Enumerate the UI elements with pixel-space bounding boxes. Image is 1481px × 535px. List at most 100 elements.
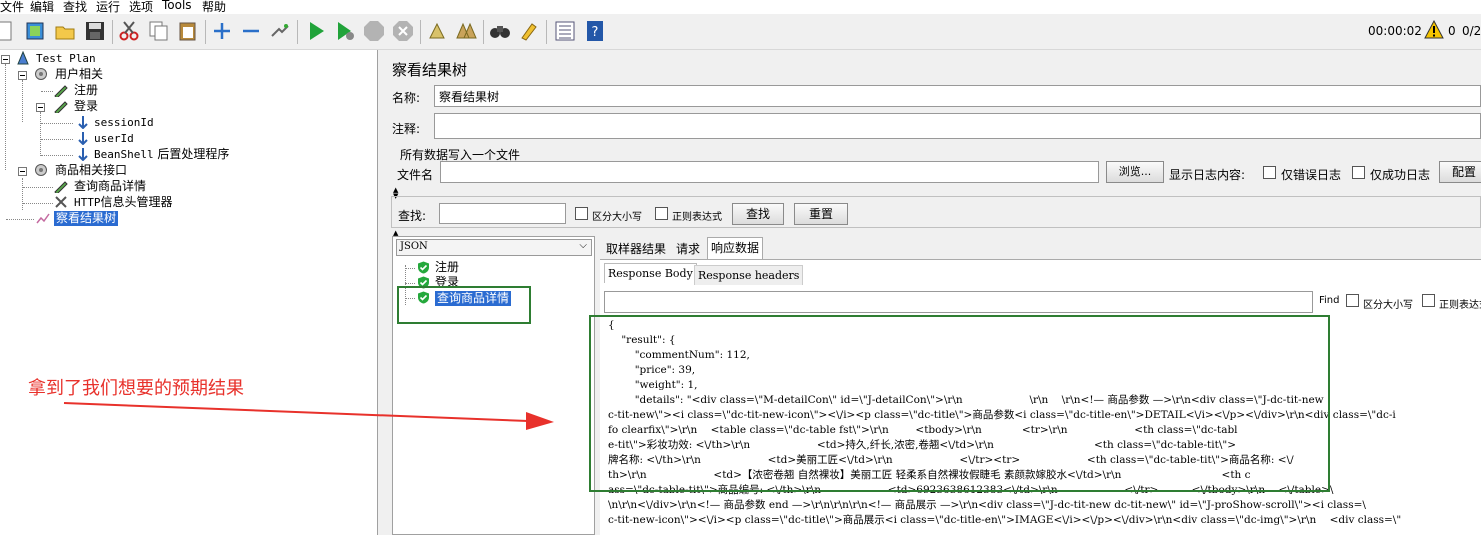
menu-options[interactable]: 选项: [129, 0, 153, 15]
success-only-label: 仅成功日志: [1370, 168, 1431, 182]
tree-beanshell-prefix: BeanShell: [94, 148, 154, 161]
tree-query-detail[interactable]: 查询商品详情: [74, 179, 146, 194]
case-sensitive-checkbox[interactable]: [575, 207, 588, 220]
sample-register[interactable]: 注册: [435, 260, 459, 275]
collapse-toggle-icon[interactable]: [36, 102, 50, 116]
cut-icon[interactable]: [118, 20, 140, 42]
toolbar-separator: [112, 20, 113, 44]
log-display-label: 显示日志内容:: [1169, 168, 1246, 182]
browse-button[interactable]: 浏览...: [1106, 161, 1164, 183]
tree-register[interactable]: 注册: [74, 83, 98, 98]
panel-title: 察看结果树: [392, 61, 468, 79]
listener-graph-icon: [36, 211, 50, 225]
tree-beanshell[interactable]: BeanShell 后置处理程序: [94, 147, 229, 162]
save-icon[interactable]: [84, 20, 106, 42]
paste-icon[interactable]: [177, 20, 199, 42]
clear-icon[interactable]: [426, 20, 448, 42]
test-plan-icon: [16, 50, 30, 65]
clear-all-icon[interactable]: [455, 20, 477, 42]
renderer-select[interactable]: JSON ⌵: [396, 239, 592, 256]
reset-search-icon[interactable]: [518, 20, 540, 42]
errors-only-checkbox[interactable]: [1263, 166, 1276, 179]
search-label: 查找:: [398, 209, 427, 223]
copy-icon[interactable]: [148, 20, 170, 42]
subtab-response-headers[interactable]: Response headers: [694, 265, 804, 285]
start-icon[interactable]: [305, 20, 327, 42]
sample-results-list: JSON ⌵ 注册 登录 查询商品详情: [392, 236, 595, 535]
start-no-pause-icon[interactable]: [334, 20, 356, 42]
configure-button[interactable]: 配置: [1439, 161, 1481, 183]
toolbar-separator: [205, 20, 206, 44]
sampler-pen-icon: [54, 83, 68, 99]
find-regex-label: 正则表达式: [1439, 300, 1481, 311]
tab-response-data[interactable]: 响应数据: [707, 237, 764, 259]
highlight-box-sample: [397, 286, 531, 324]
menu-help[interactable]: 帮助: [202, 0, 226, 15]
toggle-icon[interactable]: [269, 20, 291, 42]
reset-button[interactable]: 重置: [794, 203, 848, 225]
tree-http-header[interactable]: HTTP信息头管理器: [74, 195, 173, 210]
function-helper-icon[interactable]: [554, 20, 576, 42]
subtab-response-body[interactable]: Response Body: [604, 263, 697, 283]
collapse-toggle-icon[interactable]: [18, 70, 32, 84]
extractor-icon: [76, 131, 90, 146]
tree-login[interactable]: 登录: [74, 99, 98, 114]
filename-field[interactable]: [440, 161, 1099, 183]
collapse-toggle-icon[interactable]: [18, 166, 32, 180]
menu-run[interactable]: 运行: [96, 0, 120, 15]
menu-bar: 文件 编辑 查找 运行 选项 Tools 帮助: [0, 0, 1481, 14]
warning-count: 0: [1448, 24, 1456, 38]
warning-icon[interactable]: [1424, 19, 1444, 40]
tree-view-results[interactable]: 察看结果树: [54, 211, 119, 226]
search-icon[interactable]: [489, 20, 511, 42]
shutdown-icon[interactable]: [392, 20, 414, 42]
tree-http-header-prefix: HTTP: [74, 196, 101, 209]
highlight-box-response: [589, 315, 1330, 492]
new-icon[interactable]: [0, 20, 16, 42]
expand-icon[interactable]: [211, 20, 233, 42]
sampler-pen-icon: [54, 99, 68, 115]
tree-test-plan[interactable]: Test Plan: [36, 51, 96, 66]
extractor-icon: [76, 147, 90, 162]
name-label: 名称:: [392, 91, 421, 105]
tree-user-id[interactable]: userId: [94, 131, 134, 146]
find-case-checkbox[interactable]: [1346, 294, 1359, 307]
comment-field[interactable]: [434, 113, 1481, 139]
success-only-checkbox[interactable]: [1352, 166, 1365, 179]
response-line: c-tit-new-icon\"><\/i><p class=\"dc-titl…: [608, 514, 1402, 526]
menu-tools[interactable]: Tools: [162, 0, 192, 12]
tree-user-group[interactable]: 用户相关: [55, 67, 103, 82]
errors-only-label: 仅错误日志: [1281, 168, 1342, 182]
search-button[interactable]: 查找: [732, 203, 784, 225]
tree-product-group[interactable]: 商品相关接口: [55, 163, 127, 178]
toolbar-separator: [546, 20, 547, 44]
menu-edit[interactable]: 编辑: [30, 0, 54, 15]
search-input[interactable]: [439, 203, 566, 224]
search-bar: 查找: 区分大小写 正则表达式 查找 重置: [391, 196, 1481, 228]
renderer-value: JSON: [400, 241, 428, 252]
find-input[interactable]: [604, 291, 1313, 313]
test-plan-tree: Test Plan 用户相关 注册 登录 sessionId userId Be…: [0, 50, 378, 535]
find-regex-checkbox[interactable]: [1422, 294, 1435, 307]
collapse-toggle-icon[interactable]: [1, 54, 15, 68]
tab-sampler-result[interactable]: 取样器结果: [603, 239, 669, 259]
elapsed-timer: 00:00:02: [1368, 24, 1422, 38]
stop-icon[interactable]: [363, 20, 385, 42]
success-shield-icon: [417, 261, 431, 275]
thread-count: 0/2: [1462, 24, 1481, 38]
help-icon[interactable]: ?: [584, 20, 606, 42]
thread-group-icon: [34, 163, 48, 177]
regex-checkbox[interactable]: [655, 207, 668, 220]
tree-session-id[interactable]: sessionId: [94, 115, 154, 130]
find-case-label: 区分大小写: [1363, 300, 1413, 311]
annotation-text: 拿到了我们想要的预期结果: [28, 378, 244, 399]
tab-request[interactable]: 请求: [673, 239, 703, 259]
open-icon[interactable]: [54, 20, 76, 42]
menu-file[interactable]: 文件: [0, 0, 24, 15]
collapse-icon[interactable]: [240, 20, 262, 42]
menu-search[interactable]: 查找: [63, 0, 87, 15]
filename-label: 文件名: [397, 168, 434, 182]
name-field[interactable]: [434, 85, 1481, 107]
templates-icon[interactable]: [24, 20, 46, 42]
header-manager-icon: [54, 195, 68, 209]
